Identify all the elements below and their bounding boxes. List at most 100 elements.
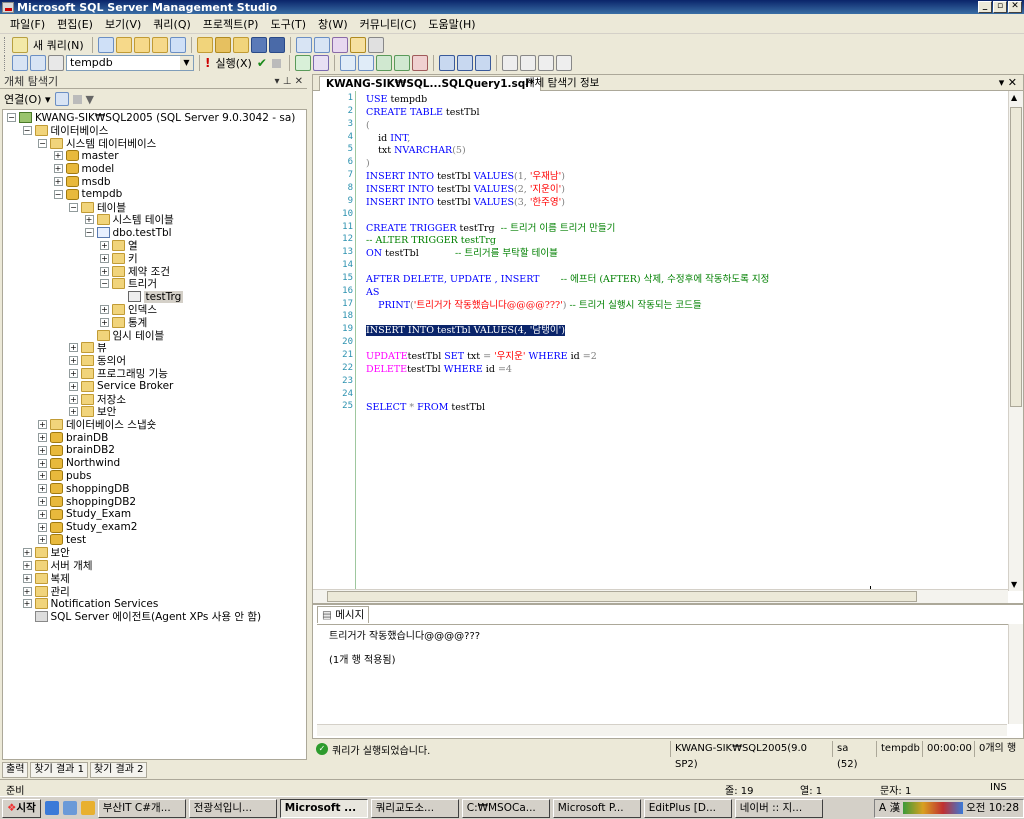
expand-icon[interactable]: + <box>100 253 109 263</box>
code-line[interactable]: CREATE TRIGGER testTrg -- 트리거 이름 트리거 만들기 <box>366 222 615 235</box>
tray-icons[interactable] <box>903 802 964 814</box>
results-to-file-icon[interactable] <box>411 55 428 71</box>
tree-node[interactable]: + master <box>53 149 119 162</box>
filter-icon[interactable]: ▼ <box>86 93 94 106</box>
expand-icon[interactable]: + <box>38 420 47 430</box>
tree-node[interactable]: + 프로그래밍 기능 <box>69 367 168 380</box>
expand-icon[interactable]: + <box>69 356 78 366</box>
code-line[interactable]: CREATE TABLE testTbl <box>366 106 480 119</box>
code-line[interactable]: ) <box>366 157 370 170</box>
connect-dropdown[interactable]: 연결(O) ▾ <box>4 91 51 107</box>
minimize-button[interactable]: _ <box>978 1 992 13</box>
chevron-down-icon[interactable]: ▼ <box>180 56 193 70</box>
code-line[interactable]: AFTER DELETE, UPDATE , INSERT -- 에프터 (AF… <box>366 273 769 286</box>
cancel-query-icon[interactable] <box>271 58 281 68</box>
panel-controls[interactable]: ▾ ⊥ ✕ <box>275 74 303 89</box>
code-line[interactable]: INSERT INTO testTbl VALUES(1, '우재남') <box>366 170 565 183</box>
editor-vertical-scrollbar[interactable]: ▲ ▼ <box>1008 91 1023 591</box>
collapse-icon[interactable]: − <box>100 279 109 289</box>
code-line[interactable]: UPDATEtestTbl SET txt = '우지운' WHERE id =… <box>366 350 597 363</box>
stop-icon[interactable] <box>72 94 82 104</box>
menu-help[interactable]: 도움말(H) <box>422 16 481 32</box>
tree-node[interactable]: + Study_exam2 <box>38 521 137 534</box>
expand-icon[interactable]: + <box>38 484 47 494</box>
save-all-icon[interactable] <box>268 37 285 53</box>
expand-icon[interactable]: + <box>38 471 47 481</box>
code-line[interactable]: INSERT INTO testTbl VALUES(2, '지운이') <box>366 183 565 196</box>
code-line[interactable]: PRINT('트리거가 작동했습니다@@@@???') -- 트리거 실행시 작… <box>366 299 701 312</box>
expand-icon[interactable]: + <box>100 305 109 314</box>
expand-icon[interactable]: + <box>53 151 63 161</box>
open-project-icon[interactable] <box>214 37 231 53</box>
menu-view[interactable]: 보기(V) <box>99 16 147 32</box>
tree-node[interactable]: + brainDB <box>38 431 108 444</box>
database-select[interactable]: tempdb ▼ <box>66 55 194 71</box>
collapse-icon[interactable]: − <box>38 138 47 148</box>
tree-node[interactable]: + model <box>53 162 114 175</box>
results-to-grid-icon[interactable] <box>393 55 410 71</box>
include-actual-plan-icon[interactable] <box>339 55 356 71</box>
code-line[interactable]: USE tempdb <box>366 93 427 106</box>
outdent-icon[interactable] <box>537 55 554 71</box>
code-line[interactable]: AS <box>366 286 379 299</box>
expand-icon[interactable]: + <box>38 445 47 455</box>
scroll-up-icon[interactable]: ▲ <box>1011 93 1017 102</box>
query-designer-icon[interactable] <box>312 55 329 71</box>
collapse-icon[interactable]: − <box>22 125 32 135</box>
add-item-icon[interactable] <box>232 37 249 53</box>
toolbar-grip[interactable] <box>4 55 7 71</box>
ie-quicklaunch-icon[interactable] <box>44 801 59 815</box>
uncomment-icon[interactable] <box>456 55 473 71</box>
hscroll-thumb[interactable] <box>327 591 917 602</box>
editor-horizontal-scrollbar[interactable] <box>313 589 1008 603</box>
tree-node[interactable]: + Study_Exam <box>38 508 131 521</box>
tab-output[interactable]: 출력 <box>2 762 29 778</box>
tree-node[interactable]: + msdb <box>53 175 111 188</box>
start-button[interactable]: ❖시작 <box>2 798 41 818</box>
menu-project[interactable]: 프로젝트(P) <box>197 16 265 32</box>
expand-icon[interactable]: + <box>22 573 32 583</box>
expand-icon[interactable]: + <box>69 343 78 353</box>
code-line[interactable]: id INT, <box>366 132 410 145</box>
tree-node[interactable]: + 시스템 테이블 <box>84 213 174 226</box>
code-line[interactable]: ( <box>366 119 370 132</box>
code-line[interactable]: INSERT INTO testTbl VALUES(4, '담탱이') <box>366 324 565 337</box>
menu-community[interactable]: 커뮤니티(C) <box>354 16 423 32</box>
close-button[interactable]: ✕ <box>1008 1 1022 13</box>
expand-icon[interactable]: + <box>69 381 78 391</box>
code-line[interactable]: INSERT INTO testTbl VALUES(3, '한주영') <box>366 196 565 209</box>
collapse-icon[interactable]: − <box>69 202 78 212</box>
code-area[interactable]: USE tempdb CREATE TABLE testTbl( id INT, … <box>366 91 1006 591</box>
execute-button[interactable]: 실행(X) <box>215 55 251 71</box>
tree-node[interactable]: + shoppingDB <box>38 482 129 495</box>
object-explorer-icon[interactable] <box>313 37 330 53</box>
menu-window[interactable]: 창(W) <box>312 16 354 32</box>
new-query-icon[interactable] <box>12 37 28 53</box>
collapse-icon[interactable]: − <box>53 189 63 199</box>
display-estimated-plan-icon[interactable] <box>294 55 311 71</box>
save-icon[interactable] <box>250 37 267 53</box>
menu-file[interactable]: 파일(F) <box>4 16 51 32</box>
show-desktop-icon[interactable] <box>62 801 77 815</box>
results-horizontal-scrollbar[interactable] <box>317 724 1007 736</box>
expand-icon[interactable]: + <box>69 407 78 417</box>
registered-servers-icon[interactable] <box>295 37 312 53</box>
toolbar-options-icon[interactable] <box>555 55 572 71</box>
results-to-text-icon[interactable] <box>375 55 392 71</box>
taskbar-button[interactable]: 쿼리교도소... <box>370 798 459 818</box>
indent-icon[interactable] <box>519 55 536 71</box>
code-line[interactable]: -- ALTER TRIGGER testTrg <box>366 234 496 247</box>
code-line[interactable]: SELECT * FROM testTbl <box>366 401 485 414</box>
collapse-icon[interactable]: − <box>84 228 94 238</box>
taskbar-button[interactable]: 네이버 :: 지... <box>734 798 823 818</box>
expand-icon[interactable]: + <box>22 599 32 609</box>
taskbar-button[interactable]: Microsoft ... <box>279 798 368 818</box>
toolbar-options-icon[interactable] <box>367 37 384 53</box>
menu-query[interactable]: 쿼리(Q) <box>147 16 196 32</box>
parse-check-icon[interactable]: ✔ <box>257 56 267 70</box>
tree-node[interactable]: + 데이터베이스 스냅숏 <box>38 418 156 431</box>
ime-indicator[interactable]: A 漢 <box>879 800 900 817</box>
properties-icon[interactable] <box>349 37 366 53</box>
tab-sqlquery1[interactable]: KWANG-SIK₩SQL...SQLQuery1.sql* <box>319 76 542 91</box>
execute-icon[interactable]: ! <box>205 56 210 70</box>
